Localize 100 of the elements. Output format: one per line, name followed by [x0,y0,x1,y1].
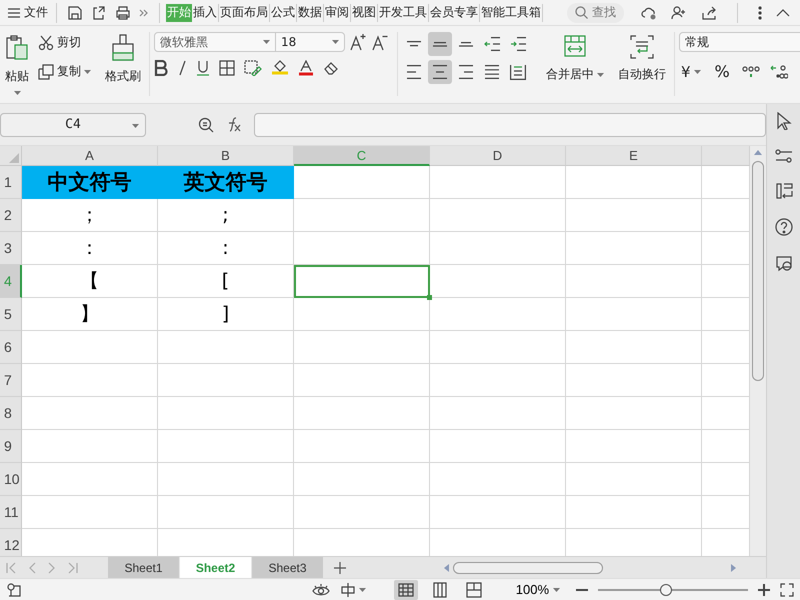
table-cell: 中文符号 [22,166,158,199]
zoom-in-icon[interactable] [758,584,770,596]
menu-tab[interactable]: 智能工具箱 [480,4,543,22]
more-icon[interactable] [758,6,762,20]
row-header[interactable]: 11 [0,496,22,529]
add-user-icon[interactable] [671,6,687,20]
menu-tab[interactable]: 插入 [192,4,219,22]
align-left-icon [407,65,421,79]
paste-button[interactable]: 粘贴 [4,32,30,97]
copy-button[interactable]: 复制 [36,61,93,82]
page-layout-icon [430,580,449,598]
cut-button[interactable]: 剪切 [36,32,93,53]
menu-tab[interactable]: 视图 [351,4,378,22]
formula-input[interactable] [254,112,766,136]
export-icon[interactable] [91,4,107,20]
sliders-icon[interactable] [774,148,792,164]
cloud-icon[interactable] [641,6,657,20]
borders-icon[interactable] [219,60,235,76]
row-header[interactable]: 1 [0,166,22,199]
table-cell: 英文符号 [158,166,294,199]
cursor-icon[interactable] [776,112,792,130]
column-header[interactable]: D [430,146,566,166]
format-painter-button[interactable]: 格式刷 [105,32,141,87]
name-box[interactable]: C4 [0,112,146,136]
justify-icon [485,65,499,79]
align-button[interactable] [428,32,452,56]
menu-tab[interactable]: 页面布局 [219,4,270,22]
wrap-text-button[interactable]: 自动换行 [618,32,666,85]
fullscreen-icon[interactable] [780,582,794,596]
slider-thumb[interactable] [660,584,672,596]
eye-icon[interactable] [312,582,330,596]
sheet-tab[interactable]: Sheet1 [108,557,180,578]
table-cell: [ [158,265,294,298]
caret-icon [694,70,701,74]
row-header[interactable]: 5 [0,298,22,331]
align-right-icon [459,65,473,79]
table-cell: ； [22,199,158,232]
vertical-scrollbar-thumb[interactable] [752,161,764,381]
column-header[interactable]: E [566,146,702,166]
align-center-icon [433,65,447,79]
merge-center-button[interactable]: 合并居中 [546,32,604,85]
row-header[interactable]: 7 [0,364,22,397]
bold-icon[interactable] [154,60,168,76]
increase-decimal-icon[interactable] [770,64,788,80]
row-header[interactable]: 3 [0,232,22,265]
print-icon[interactable] [115,4,131,20]
row-header[interactable]: 12 [0,529,22,556]
column-header[interactable]: B [158,146,294,166]
cell-style-icon[interactable] [244,60,262,76]
view-button[interactable] [394,580,418,600]
crosshair-icon [340,582,356,598]
table-cell: 】 [22,298,158,331]
input-method-menu[interactable] [340,582,366,598]
caret-icon [14,91,20,95]
horizontal-scrollbar-thumb[interactable] [453,562,603,574]
search-button[interactable]: 查找 [567,2,624,22]
help-icon[interactable] [774,218,792,236]
sheet-tab[interactable]: Sheet3 [252,557,324,578]
decrease-font-icon[interactable] [371,33,389,51]
collapse-icon[interactable] [776,8,790,16]
sheet-tab[interactable]: Sheet2 [180,557,252,578]
thousands-separator-icon[interactable] [742,64,760,80]
menu-icon [8,8,20,18]
percent-button[interactable]: % [712,60,732,83]
underline-icon[interactable] [196,60,210,76]
selected-cell[interactable] [294,265,430,298]
row-header[interactable]: 8 [0,397,22,430]
font-color-icon[interactable] [298,60,314,76]
macro-icon[interactable] [6,582,22,598]
assistant-icon[interactable] [774,254,792,272]
table-cell: ： [22,232,158,265]
row-header[interactable]: 6 [0,331,22,364]
number-format-dropdown[interactable]: 常规 [679,32,800,52]
clipboard-icon [4,34,30,62]
row-header[interactable]: 2 [0,199,22,232]
save-icon[interactable] [67,4,83,20]
menu-tab[interactable]: 公式 [270,4,297,22]
menu-tab[interactable]: 数据 [297,4,324,22]
currency-button[interactable]: ¥ [679,60,703,82]
increase-font-icon[interactable] [349,33,367,51]
zoom-dropdown[interactable]: 100% [510,581,566,598]
row-header[interactable]: 10 [0,463,22,496]
zoom-icon[interactable] [198,116,214,132]
table-cell: 【 [22,265,158,298]
menu-tab[interactable]: 开发工具 [378,4,429,22]
font-name-dropdown[interactable]: 微软雅黑 [154,32,276,52]
file-menu[interactable]: 文件 [6,2,50,22]
page-break-icon [464,580,483,598]
italic-icon[interactable] [177,60,187,76]
copy-icon [38,64,54,80]
column-header[interactable]: A [22,146,158,166]
fill-color-icon[interactable] [271,60,289,76]
menu-tab[interactable]: 会员专享 [429,4,480,22]
data-transfer-icon[interactable] [774,182,792,200]
share-icon[interactable] [701,6,717,20]
font-size-dropdown[interactable]: 18 [275,32,345,52]
menu-tab[interactable]: 审阅 [324,4,351,22]
align-button[interactable] [428,60,452,84]
row-header[interactable]: 9 [0,430,22,463]
paintbrush-icon [110,34,136,62]
